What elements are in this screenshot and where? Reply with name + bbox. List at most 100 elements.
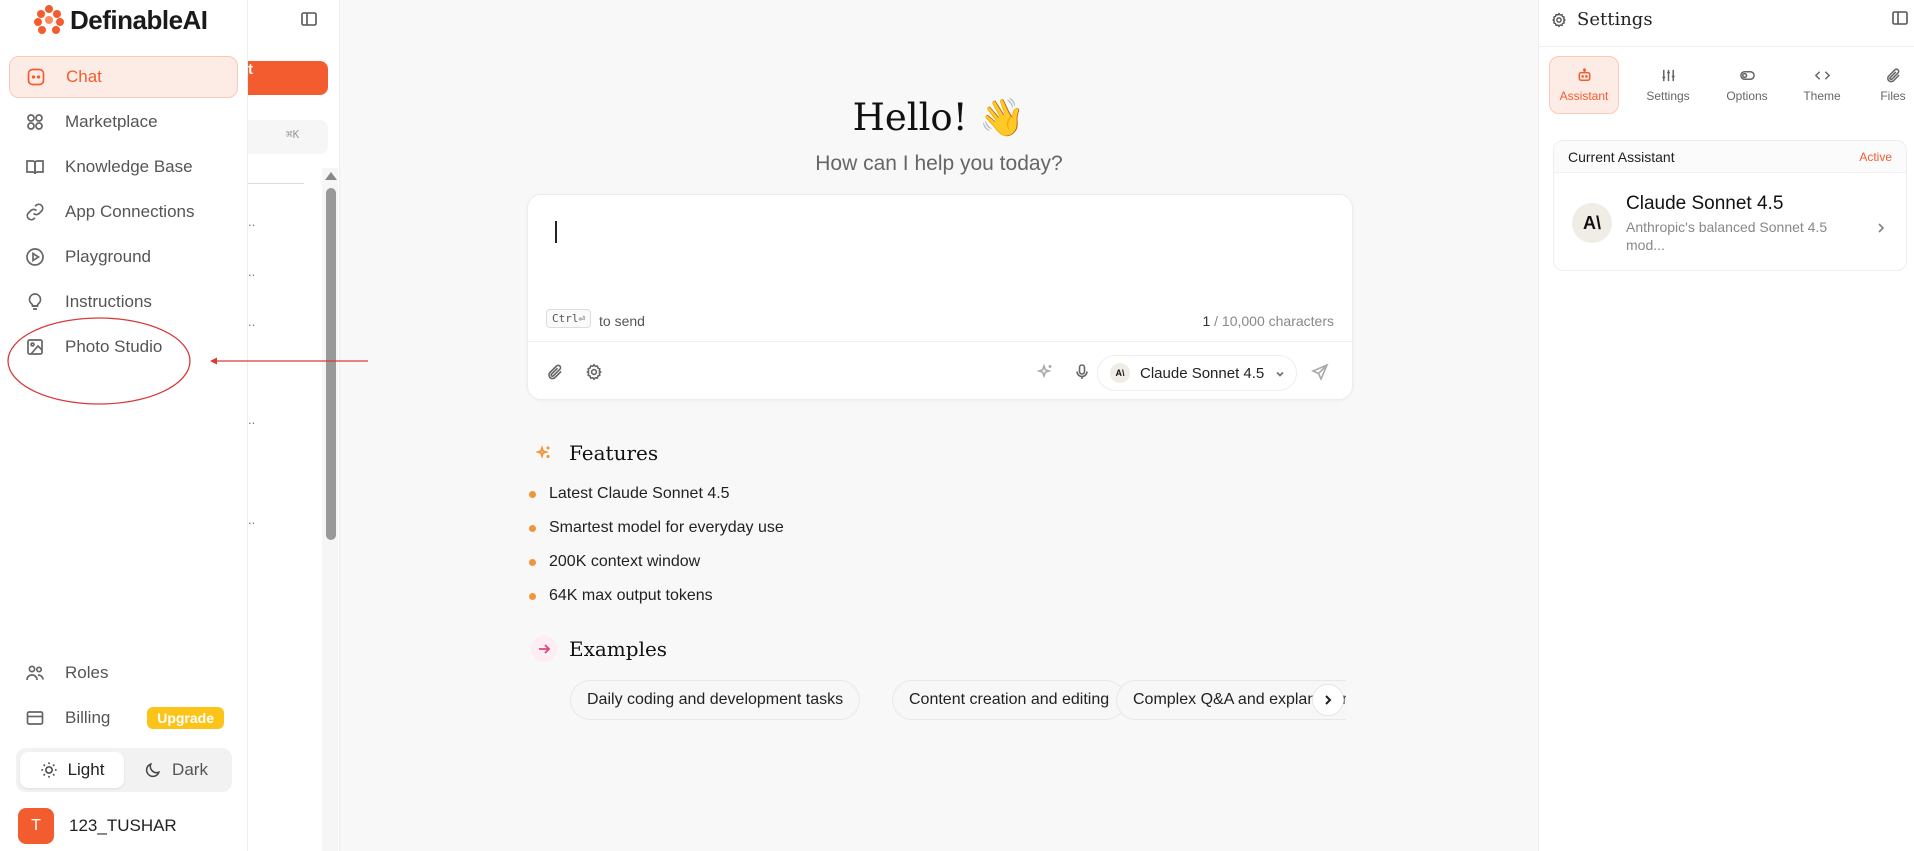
tab-settings[interactable]: Settings (1633, 56, 1703, 114)
upgrade-badge[interactable]: Upgrade (147, 707, 224, 729)
tab-label: Options (1726, 89, 1768, 103)
send-shortcut-key: Ctrl⏎ (546, 309, 592, 328)
examples-title: Examples (569, 637, 668, 661)
nav-item-chat[interactable]: Chat (9, 56, 238, 98)
nav-item-instructions[interactable]: Instructions (9, 281, 238, 323)
sparkle-icon (1036, 363, 1052, 379)
sun-icon (40, 762, 57, 778)
gear-icon (586, 363, 602, 381)
history-item[interactable]: .. (248, 314, 255, 329)
chat-icon (27, 68, 45, 86)
char-limit: / 10,000 characters (1214, 313, 1334, 329)
example-chip[interactable]: Daily coding and development tasks (570, 680, 861, 720)
enhance-prompt-button[interactable] (1036, 363, 1056, 383)
gear-icon (1552, 11, 1566, 27)
anthropic-logo-icon: A\ (1572, 203, 1612, 243)
tab-options[interactable]: Options (1712, 56, 1782, 114)
new-chat-button[interactable]: t (248, 61, 328, 95)
user-profile[interactable]: T 123_TUSHAR (18, 808, 177, 844)
tab-label: Files (1880, 89, 1906, 103)
nav-item-label: Photo Studio (65, 337, 163, 356)
settings-panel: Settings Assistant Settings Options Them… (1538, 0, 1914, 851)
nav-item-playground[interactable]: Playground (9, 236, 238, 278)
logo[interactable]: DefinableAI (34, 2, 208, 38)
feature-text: Smartest model for everyday use (549, 519, 784, 536)
sliders-icon (1661, 69, 1675, 82)
nav-item-photo-studio[interactable]: Photo Studio (9, 326, 238, 368)
image-icon (27, 339, 43, 355)
anthropic-logo-icon: A\ (1110, 363, 1130, 383)
tab-assistant[interactable]: Assistant (1549, 56, 1619, 114)
nav-item-label: App Connections (65, 202, 195, 221)
nav-item-roles[interactable]: Roles (9, 652, 238, 694)
nav-item-app-connections[interactable]: App Connections (9, 191, 238, 233)
theme-dark-button[interactable]: Dark (124, 752, 228, 788)
tab-label: Theme (1803, 89, 1841, 103)
examples-next-button[interactable] (1312, 684, 1344, 716)
feature-text: 64K max output tokens (549, 587, 713, 604)
send-button[interactable] (1311, 363, 1331, 383)
feature-item: Latest Claude Sonnet 4.5 (529, 485, 730, 503)
tab-files[interactable]: Files (1867, 56, 1914, 114)
divider (248, 183, 304, 184)
scroll-up-arrow-icon[interactable] (325, 172, 337, 180)
send-hint: to send (599, 313, 645, 329)
attach-button[interactable] (546, 363, 566, 383)
lightbulb-icon (28, 293, 42, 310)
assistant-name: Claude Sonnet 4.5 (1626, 193, 1784, 214)
examples-carousel: Daily coding and development tasks Conte… (570, 680, 1346, 720)
example-chip[interactable]: Content creation and editing (892, 680, 1127, 720)
feature-item: 64K max output tokens (529, 587, 713, 605)
link-icon (26, 203, 44, 221)
text-cursor (555, 221, 557, 243)
paperclip-icon (1886, 68, 1900, 83)
nav-item-knowledge-base[interactable]: Knowledge Base (9, 146, 238, 188)
code-icon (1814, 71, 1830, 80)
search-shortcut: ⌘K (286, 128, 300, 141)
character-counter: 1 / 10,000 characters (1202, 313, 1334, 329)
nav-item-billing[interactable]: Billing Upgrade (9, 697, 238, 739)
nav-item-label: Marketplace (65, 112, 158, 131)
history-item[interactable]: .. (248, 264, 255, 279)
nav-item-label: Knowledge Base (65, 157, 193, 176)
grid-icon (27, 114, 43, 130)
definable-logo-icon (34, 5, 64, 35)
examples-heading: Examples (531, 636, 667, 662)
chevron-right-icon (1325, 695, 1332, 705)
history-item[interactable]: .. (248, 412, 255, 427)
history-item[interactable]: .. (248, 214, 255, 229)
assistant-row[interactable]: A\ Claude Sonnet 4.5 Anthropic's balance… (1572, 193, 1846, 254)
arrow-right-icon (531, 636, 557, 662)
brand-name: DefinableAI (70, 4, 208, 35)
collapse-settings-button[interactable] (1891, 9, 1911, 29)
tab-theme[interactable]: Theme (1787, 56, 1857, 114)
nav-item-label: Chat (66, 67, 102, 86)
current-assistant-header: Current Assistant Active (1554, 141, 1906, 173)
settings-panel-header: Settings (1551, 9, 1653, 30)
theme-light-label: Light (67, 760, 105, 779)
robot-icon (1578, 68, 1590, 81)
chevron-right-icon[interactable] (1874, 221, 1888, 240)
play-icon (26, 248, 44, 266)
features-heading: Features (531, 440, 658, 466)
model-selector[interactable]: A\ Claude Sonnet 4.5 (1097, 355, 1297, 391)
settings-panel-title: Settings (1577, 9, 1653, 30)
nav-item-marketplace[interactable]: Marketplace (9, 101, 238, 143)
sidebar-nav: DefinableAI Chat Marketplace Knowledge B… (0, 0, 248, 851)
scrollbar-thumb[interactable] (326, 188, 336, 540)
theme-dark-label: Dark (172, 760, 208, 779)
theme-light-button[interactable]: Light (20, 752, 124, 788)
history-item[interactable]: .. (248, 512, 255, 527)
theme-toggle: Light Dark (16, 748, 232, 792)
features-title: Features (569, 441, 659, 465)
composer-settings-button[interactable] (585, 363, 605, 383)
voice-input-button[interactable] (1073, 363, 1093, 383)
char-count: 1 (1202, 313, 1211, 329)
chevron-down-icon (1274, 367, 1286, 379)
message-composer[interactable]: Ctrl⏎ to send 1 / 10,000 characters A\ C… (527, 194, 1353, 400)
greeting-subtitle: How can I help you today? (815, 152, 1063, 175)
nav-item-label: Billing (65, 708, 111, 727)
chat-main: Hello! 👋 How can I help you today? Ctrl⏎… (340, 0, 1538, 851)
collapse-sidebar-button[interactable] (300, 10, 320, 30)
greeting: Hello! 👋 (852, 96, 1026, 139)
